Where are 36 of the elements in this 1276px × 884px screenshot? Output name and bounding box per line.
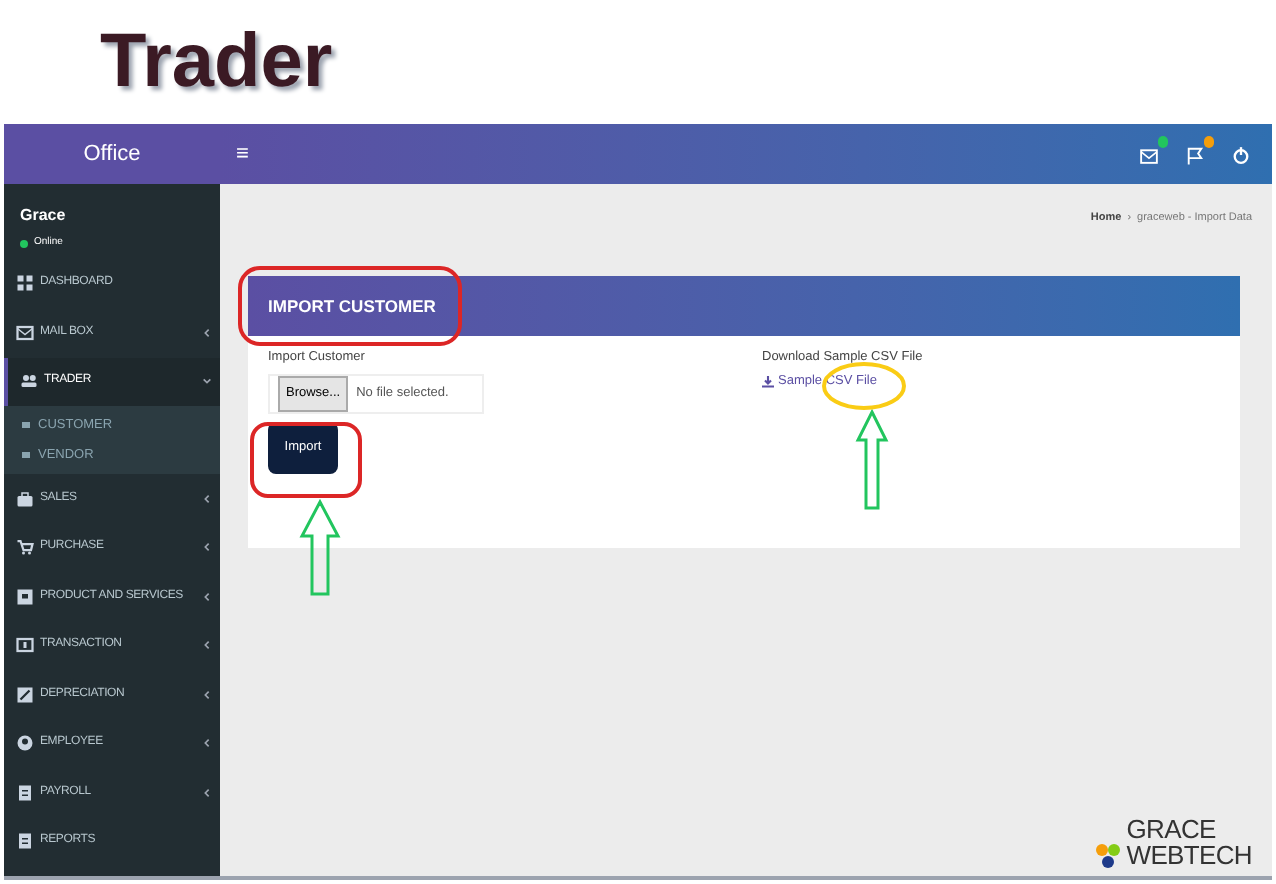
slide-title: Trader: [100, 17, 333, 107]
up-arrow-drawing: [855, 408, 889, 510]
chart-icon: [16, 685, 34, 704]
menu-toggle[interactable]: ≡: [236, 137, 249, 171]
bag-icon: [16, 489, 34, 508]
dots-icon: [1094, 840, 1123, 868]
mail-icon[interactable]: [1138, 143, 1160, 165]
cart-icon: [16, 538, 34, 557]
highlight-ellipse: [822, 362, 906, 410]
money-icon: [16, 636, 34, 655]
chevron-icon: [202, 376, 212, 387]
brand-title: Office: [83, 139, 141, 170]
box-icon: [16, 587, 34, 606]
doc-icon: [16, 783, 34, 802]
chevron-icon: [202, 591, 212, 602]
doc-icon: [16, 832, 34, 851]
up-arrow-drawing: [299, 498, 341, 596]
chevron-icon: [202, 689, 212, 700]
chevron-icon: [202, 787, 212, 798]
chevron-icon: [202, 640, 212, 651]
chevron-icon: [202, 542, 212, 553]
users-icon: [20, 372, 38, 391]
mail-icon: [16, 323, 34, 342]
logo-text: WEBTECH: [1126, 842, 1252, 868]
user-name: Grace: [20, 204, 68, 228]
flag-icon[interactable]: [1184, 143, 1206, 165]
download-icon: [762, 375, 774, 388]
chevron-icon: [202, 738, 212, 749]
chevron-icon: [202, 493, 212, 504]
power-icon[interactable]: [1230, 143, 1252, 165]
card-title: IMPORT CUSTOMER: [268, 293, 436, 320]
chevron-icon: [202, 327, 212, 338]
person-icon: [16, 734, 34, 753]
dashboard-icon: [16, 274, 34, 293]
highlight-outline: [250, 422, 362, 498]
logo-text: GRACE: [1126, 816, 1218, 842]
